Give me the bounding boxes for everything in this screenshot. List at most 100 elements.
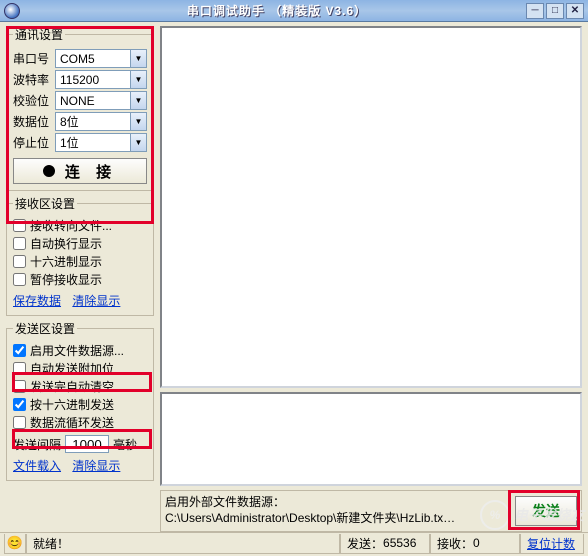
connect-button[interactable]: 连 接: [13, 158, 147, 184]
recv-pause-label: 暂停接收显示: [30, 271, 102, 288]
databits-combo[interactable]: 8位 ▼: [55, 112, 147, 131]
title-bar: 串口调试助手 （精装版 V3.6） ─ □ ✕: [0, 0, 588, 22]
receive-textarea[interactable]: [160, 26, 582, 388]
right-panel: 启用外部文件数据源： C:\Users\Administrator\Deskto…: [158, 22, 588, 532]
baud-combo[interactable]: 115200 ▼: [55, 70, 147, 89]
main-area: 通讯设置 串口号 COM5 ▼ 波特率 115200 ▼ 校验位 NONE: [0, 22, 588, 532]
status-bar: 😊 就绪！ 发送： 65536 接收： 0 复位计数: [0, 532, 588, 554]
checkbox[interactable]: [13, 255, 26, 268]
reset-count-link[interactable]: 复位计数: [527, 535, 575, 552]
recv-settings-group: 接收区设置 接收转向文件... 自动换行显示 十六进制显示 暂停接收显示 保存数…: [6, 195, 154, 316]
checkbox[interactable]: [13, 219, 26, 232]
left-panel: 通讯设置 串口号 COM5 ▼ 波特率 115200 ▼ 校验位 NONE: [0, 22, 158, 532]
send-textarea[interactable]: [160, 392, 582, 486]
recv-count-value: 0: [473, 536, 480, 550]
send-interval-row: 发送间隔 毫秒: [13, 435, 147, 453]
send-legend: 发送区设置: [13, 320, 77, 337]
checkbox[interactable]: [13, 362, 26, 375]
recv-wrap-check[interactable]: 自动换行显示: [13, 235, 147, 252]
stopbits-row: 停止位 1位 ▼: [13, 133, 147, 152]
parity-label: 校验位: [13, 92, 55, 109]
recv-hex-check[interactable]: 十六进制显示: [13, 253, 147, 270]
chevron-down-icon[interactable]: ▼: [130, 50, 146, 67]
status-icon: 😊: [4, 534, 26, 554]
load-file-link[interactable]: 文件载入: [13, 459, 61, 473]
recv-hex-label: 十六进制显示: [30, 253, 102, 270]
port-label: 串口号: [13, 50, 55, 67]
databits-row: 数据位 8位 ▼: [13, 112, 147, 131]
interval-input[interactable]: [65, 435, 109, 453]
recv-count-label: 接收：: [437, 535, 473, 552]
databits-value: 8位: [56, 113, 130, 130]
send-settings-group: 发送区设置 启用文件数据源... 自动发送附加位 发送完自动清空 按十六进制发送…: [6, 320, 154, 481]
checkbox[interactable]: [13, 273, 26, 286]
connect-label: 连 接: [65, 161, 117, 182]
send-count-label: 发送：: [347, 535, 383, 552]
chevron-down-icon[interactable]: ▼: [130, 134, 146, 151]
send-extra-label: 自动发送附加位: [30, 360, 114, 377]
status-text: 就绪！: [26, 534, 340, 554]
baud-label: 波特率: [13, 71, 55, 88]
interval-unit: 毫秒: [113, 436, 137, 453]
ext-source-text: 启用外部文件数据源： C:\Users\Administrator\Deskto…: [165, 495, 511, 526]
save-data-link[interactable]: 保存数据: [13, 294, 61, 308]
stopbits-value: 1位: [56, 134, 130, 151]
recv-legend: 接收区设置: [13, 195, 77, 212]
recv-count: 接收： 0: [430, 534, 520, 554]
watermark-text: 电子发烧友: [514, 505, 584, 525]
stopbits-label: 停止位: [13, 134, 55, 151]
send-loop-label: 数据流循环发送: [30, 414, 114, 431]
checkbox[interactable]: [13, 416, 26, 429]
send-links: 文件载入 清除显示: [13, 457, 147, 474]
close-button[interactable]: ✕: [566, 3, 584, 19]
send-usefile-check[interactable]: 启用文件数据源...: [13, 342, 147, 359]
parity-row: 校验位 NONE ▼: [13, 91, 147, 110]
parity-value: NONE: [56, 94, 130, 108]
stopbits-combo[interactable]: 1位 ▼: [55, 133, 147, 152]
recv-tofile-check[interactable]: 接收转向文件...: [13, 217, 147, 234]
send-clear-label: 发送完自动清空: [30, 378, 114, 395]
recv-pause-check[interactable]: 暂停接收显示: [13, 271, 147, 288]
send-clear-check[interactable]: 发送完自动清空: [13, 378, 147, 395]
recv-wrap-label: 自动换行显示: [30, 235, 102, 252]
window-buttons: ─ □ ✕: [526, 3, 584, 19]
chevron-down-icon[interactable]: ▼: [130, 113, 146, 130]
recv-clear-link[interactable]: 清除显示: [72, 294, 120, 308]
databits-label: 数据位: [13, 113, 55, 130]
baud-value: 115200: [56, 73, 130, 87]
reset-count-cell[interactable]: 复位计数: [520, 534, 584, 554]
chevron-down-icon[interactable]: ▼: [130, 71, 146, 88]
send-clear-link[interactable]: 清除显示: [72, 459, 120, 473]
baud-row: 波特率 115200 ▼: [13, 70, 147, 89]
send-extra-check[interactable]: 自动发送附加位: [13, 360, 147, 377]
maximize-button[interactable]: □: [546, 3, 564, 19]
port-combo[interactable]: COM5 ▼: [55, 49, 147, 68]
checkbox[interactable]: [13, 344, 26, 357]
comm-settings-group: 通讯设置 串口号 COM5 ▼ 波特率 115200 ▼ 校验位 NONE: [6, 26, 154, 191]
send-count: 发送： 65536: [340, 534, 430, 554]
send-usefile-label: 启用文件数据源...: [30, 342, 124, 359]
send-count-value: 65536: [383, 536, 416, 550]
send-hex-check[interactable]: 按十六进制发送: [13, 396, 147, 413]
recv-links: 保存数据 清除显示: [13, 292, 147, 309]
app-icon: [4, 3, 20, 19]
checkbox[interactable]: [13, 398, 26, 411]
comm-legend: 通讯设置: [13, 26, 65, 43]
minimize-button[interactable]: ─: [526, 3, 544, 19]
record-icon: [43, 165, 55, 177]
checkbox[interactable]: [13, 237, 26, 250]
port-value: COM5: [56, 52, 130, 66]
recv-tofile-label: 接收转向文件...: [30, 217, 112, 234]
ext-source-label: 启用外部文件数据源：: [165, 495, 511, 511]
ext-source-path: C:\Users\Administrator\Desktop\新建文件夹\HzL…: [165, 511, 511, 527]
port-row: 串口号 COM5 ▼: [13, 49, 147, 68]
chevron-down-icon[interactable]: ▼: [130, 92, 146, 109]
send-hex-label: 按十六进制发送: [30, 396, 114, 413]
watermark-icon: %: [480, 500, 510, 530]
window-title: 串口调试助手 （精装版 V3.6）: [28, 2, 526, 19]
send-loop-check[interactable]: 数据流循环发送: [13, 414, 147, 431]
watermark: % 电子发烧友: [480, 500, 584, 530]
parity-combo[interactable]: NONE ▼: [55, 91, 147, 110]
checkbox[interactable]: [13, 380, 26, 393]
interval-label: 发送间隔: [13, 436, 61, 453]
